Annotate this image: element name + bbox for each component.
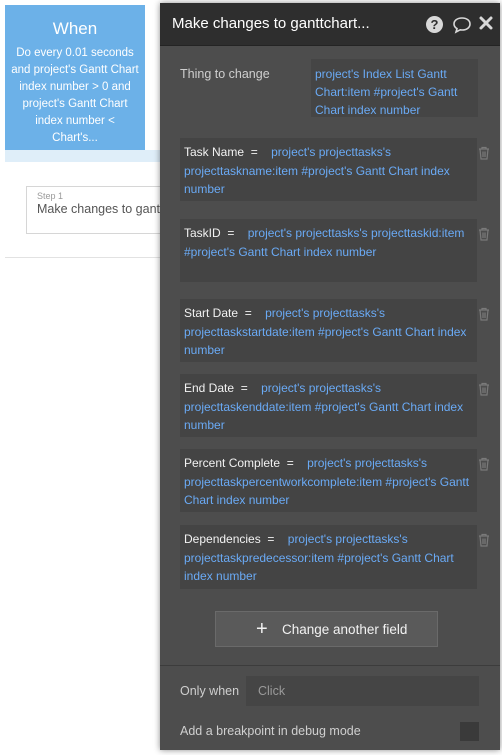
field-name: Percent Complete — [184, 456, 281, 470]
field-row-percent-complete[interactable]: Percent Complete = project's projecttask… — [180, 449, 477, 512]
trash-icon[interactable] — [478, 382, 490, 401]
field-row-taskid[interactable]: TaskID = project's projecttasks's projec… — [180, 219, 477, 282]
step-label: Step 1 — [37, 191, 64, 201]
field-name: TaskID — [184, 226, 221, 240]
change-another-field-button[interactable]: + Change another field — [215, 611, 438, 647]
field-equals: = — [264, 532, 285, 546]
event-description: Do every 0.01 seconds and project's Gant… — [11, 47, 139, 144]
action-editor-panel: Make changes to ganttchart... ? Thing to… — [160, 3, 500, 750]
field-name: End Date — [184, 381, 235, 395]
event-card[interactable]: When Do every 0.01 seconds and project's… — [5, 5, 145, 150]
trash-icon[interactable] — [478, 146, 490, 165]
panel-header: Make changes to ganttchart... ? — [160, 3, 500, 46]
field-equals: = — [283, 456, 304, 470]
change-another-field-label: Change another field — [282, 622, 408, 637]
comment-icon[interactable] — [452, 16, 472, 36]
field-equals: = — [237, 381, 258, 395]
breakpoint-checkbox[interactable] — [460, 722, 479, 741]
field-row-task-name[interactable]: Task Name = project's projecttasks's pro… — [180, 138, 477, 201]
thing-to-change-expression[interactable]: project's Index List Gantt Chart:item #p… — [311, 59, 478, 117]
panel-title: Make changes to ganttchart... — [172, 15, 370, 32]
step-text: Make changes to ganttchart — [37, 202, 165, 216]
section-divider — [160, 665, 500, 666]
trash-icon[interactable] — [478, 457, 490, 476]
field-row-dependencies[interactable]: Dependencies = project's projecttasks's … — [180, 525, 477, 589]
field-row-end-date[interactable]: End Date = project's projecttasks's proj… — [180, 374, 477, 437]
close-icon[interactable] — [478, 15, 498, 35]
field-name: Dependencies — [184, 532, 261, 546]
trash-icon[interactable] — [478, 227, 490, 246]
step-card[interactable]: Step 1 Make changes to ganttchart — [26, 186, 166, 234]
field-row-start-date[interactable]: Start Date = project's projecttasks's pr… — [180, 299, 477, 362]
field-equals: = — [247, 145, 268, 159]
only-when-label: Only when — [180, 684, 240, 698]
field-equals: = — [224, 226, 245, 240]
thing-to-change-label: Thing to change — [180, 67, 270, 81]
event-title: When — [52, 19, 98, 38]
breakpoint-label: Add a breakpoint in debug mode — [180, 724, 361, 738]
help-icon[interactable]: ? — [426, 16, 443, 33]
only-when-input[interactable] — [246, 676, 479, 706]
plus-icon: + — [256, 618, 268, 640]
field-name: Task Name — [184, 145, 245, 159]
field-equals: = — [241, 306, 262, 320]
trash-icon[interactable] — [478, 307, 490, 326]
field-name: Start Date — [184, 306, 239, 320]
trash-icon[interactable] — [478, 533, 490, 552]
